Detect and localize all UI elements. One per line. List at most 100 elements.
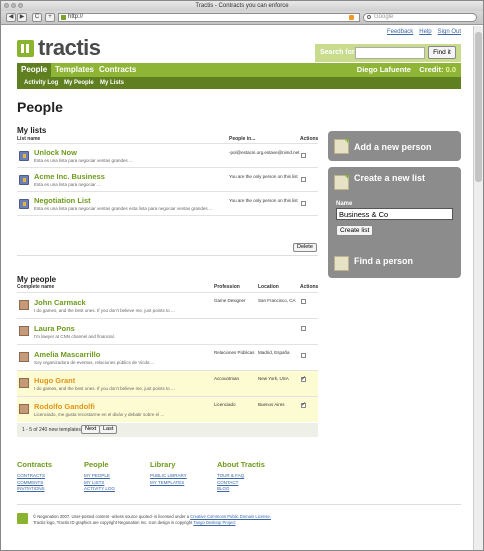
person-row[interactable]: Hugo Grant I do games, and the best ones… <box>17 370 318 396</box>
help-link[interactable]: Help <box>419 29 431 35</box>
complete-name-header: Complete name <box>17 284 55 290</box>
find-it-button[interactable]: Find it <box>428 46 456 59</box>
back-button[interactable]: ◀ <box>6 13 16 22</box>
title-bar: Tractis - Contracts you can enforce <box>1 1 483 11</box>
person-desc: I do games, and the best ones. If you do… <box>34 308 175 313</box>
person-checkbox[interactable] <box>301 375 306 382</box>
person-name[interactable]: John Carmack <box>34 298 86 307</box>
person-checkbox[interactable] <box>301 299 306 304</box>
add-person-panel[interactable]: Add a new person <box>328 131 461 161</box>
legal-line-1: © Negonation 2007. User-posted content -… <box>33 514 190 519</box>
next-page-button[interactable]: Next <box>81 425 101 434</box>
list-people: You are the only person on this list <box>229 198 298 203</box>
site-search-input[interactable] <box>355 47 425 59</box>
list-desc: Esta es una lista para negociar ventas g… <box>34 158 133 163</box>
list-name[interactable]: Negotiation List <box>34 196 91 205</box>
person-row[interactable]: Laura Pons I'm lawyer at CNN channel and… <box>17 318 318 344</box>
person-checkbox[interactable] <box>301 401 306 408</box>
browser-search-field[interactable]: Google <box>363 13 477 22</box>
people-in-header: People in... <box>229 136 256 142</box>
add-person-title[interactable]: Add a new person <box>354 142 432 152</box>
feedback-link[interactable]: Feedback <box>387 29 413 35</box>
list-name[interactable]: Acme Inc. Business <box>34 172 105 181</box>
tango-link[interactable]: Tango Desktop Project <box>193 520 235 525</box>
person-name[interactable]: Hugo Grant <box>34 376 75 385</box>
person-name[interactable]: Laura Pons <box>34 324 75 333</box>
person-row[interactable]: Rodolfo Gandolfi Licenciado, me gusta re… <box>17 396 318 422</box>
list-name-label: Name <box>336 201 353 207</box>
person-row[interactable]: John Carmack I do games, and the best on… <box>17 292 318 318</box>
person-name[interactable]: Amelia Mascarrillo <box>34 350 100 359</box>
footer-col-contracts: Contracts CONTRACTS COMMENTS INVITATIONS <box>17 460 52 493</box>
address-bar[interactable]: http:// <box>58 13 360 22</box>
find-person-icon <box>334 256 349 271</box>
last-page-button[interactable]: Last <box>99 425 118 434</box>
main-nav: People Templates Contracts Diego Lafuent… <box>17 63 461 77</box>
address-book-icon <box>19 151 29 161</box>
list-checkbox[interactable] <box>301 201 306 206</box>
tab-templates[interactable]: Templates <box>51 63 98 77</box>
footer-link[interactable]: INVITATIONS <box>17 486 52 493</box>
address-book-icon <box>19 175 29 185</box>
reload-button[interactable]: C <box>32 13 42 22</box>
footer-divider <box>17 504 461 505</box>
list-row[interactable]: Acme Inc. Business Esta es una lista par… <box>17 167 318 191</box>
license-link[interactable]: Creative Commons Public Domain License. <box>190 514 271 519</box>
vertical-scrollbar[interactable] <box>473 26 483 550</box>
footer-link[interactable]: BLOG <box>217 486 265 493</box>
avatar <box>19 326 29 336</box>
person-desc: I'm lawyer at CNN channel and financial. <box>34 334 115 339</box>
list-row[interactable]: Negotiation List Esta es una lista para … <box>17 191 318 215</box>
footer-col-people: People MY PEOPLE MY LISTS ACTIVITY LOG <box>84 460 115 493</box>
person-checkbox[interactable] <box>301 326 306 331</box>
people-actions-header: Actions <box>300 284 319 290</box>
person-location: New York, USA <box>258 376 289 381</box>
footer-link[interactable]: PUBLIC LIBRARY <box>150 473 187 480</box>
person-row[interactable]: Amelia Mascarrillo Soy organizadora de e… <box>17 344 318 370</box>
subnav-my-people[interactable]: My People <box>64 77 94 89</box>
subnav-activity-log[interactable]: Activity Log <box>24 77 58 89</box>
person-name[interactable]: Rodolfo Gandolfi <box>34 402 95 411</box>
footer-link[interactable]: MY TEMPLATES <box>150 480 187 487</box>
footer-link[interactable]: ACTIVITY LOG <box>84 486 115 493</box>
find-person-panel[interactable]: Find a person <box>328 248 461 278</box>
list-checkbox[interactable] <box>301 153 306 158</box>
list-people: You are the only person on this list <box>229 174 298 179</box>
delete-button[interactable]: Delete <box>293 243 317 252</box>
tractis-logo-icon <box>17 39 34 57</box>
tractis-logo[interactable]: tractis <box>17 35 101 61</box>
rss-icon[interactable] <box>349 15 354 20</box>
footer-heading: People <box>84 460 109 469</box>
window-controls <box>4 3 23 8</box>
list-name-input[interactable]: Business & Co <box>336 208 453 220</box>
search-label: Search for: <box>320 49 357 56</box>
person-location: San Francisco, CA <box>258 298 296 303</box>
list-name[interactable]: Unlock Now <box>34 148 77 157</box>
footer-heading: About Tractis <box>217 460 265 469</box>
create-list-button[interactable]: Create list <box>336 225 374 236</box>
zoom-window-button[interactable] <box>18 3 23 8</box>
location-header: Location <box>258 284 279 290</box>
browser-window: Tractis - Contracts you can enforce ◀ ▶ … <box>0 0 484 551</box>
minimize-window-button[interactable] <box>11 3 16 8</box>
tractis-small-logo-icon <box>17 513 28 524</box>
find-person-title[interactable]: Find a person <box>354 256 413 266</box>
forward-button[interactable]: ▶ <box>17 13 27 22</box>
subnav-my-lists[interactable]: My Lists <box>100 77 124 89</box>
list-row[interactable]: Unlock Now Esta es una lista para negoci… <box>17 143 318 167</box>
list-checkbox[interactable] <box>301 177 306 182</box>
avatar <box>19 352 29 362</box>
my-lists-table: Unlock Now Esta es una lista para negoci… <box>17 143 318 256</box>
window-title: Tractis - Contracts you can enforce <box>195 3 289 9</box>
close-window-button[interactable] <box>4 3 9 8</box>
user-name[interactable]: Diego Lafuente <box>357 65 411 74</box>
person-checkbox[interactable] <box>301 353 306 358</box>
add-bookmark-button[interactable]: + <box>45 13 55 22</box>
tab-people[interactable]: People <box>17 63 52 77</box>
page-content: Feedback Help Sign Out tractis Search fo… <box>1 26 473 550</box>
sign-out-link[interactable]: Sign Out <box>438 29 461 35</box>
list-desc: Esta es una lista para negociar ventas g… <box>34 206 213 211</box>
tab-contracts[interactable]: Contracts <box>95 63 140 77</box>
scrollbar-thumb[interactable] <box>475 32 482 182</box>
list-desc: Esta es una lista para negociar ... <box>34 182 101 187</box>
